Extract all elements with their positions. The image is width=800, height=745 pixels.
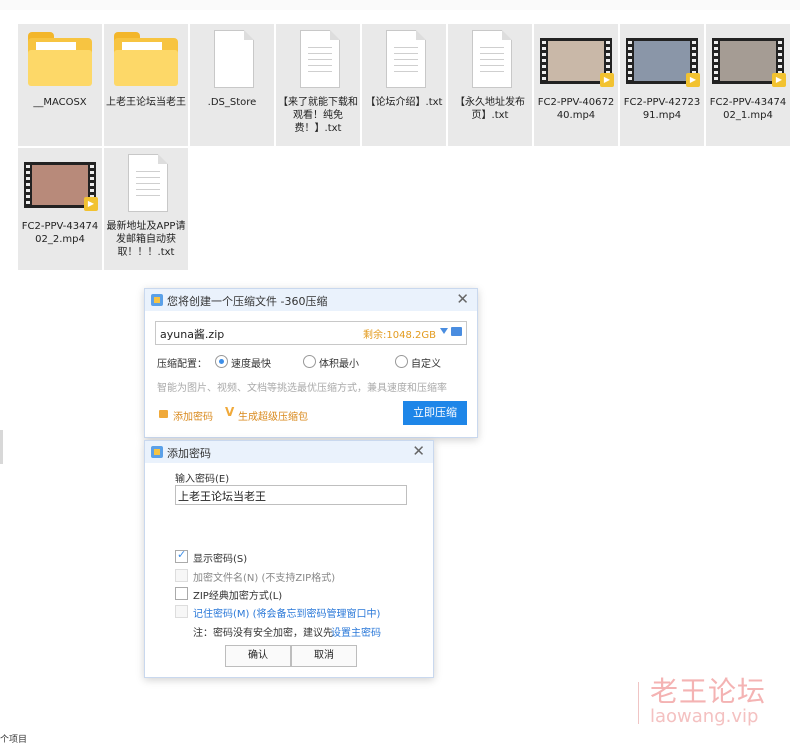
radio-fastest[interactable] — [215, 355, 228, 368]
config-label: 压缩配置： — [157, 359, 207, 370]
dialog-title: 添加密码 — [167, 447, 211, 460]
app-360zip-icon — [151, 294, 163, 306]
dialog-title: 您将创建一个压缩文件 -360压缩 — [167, 295, 328, 308]
password-input[interactable]: 上老王论坛当老王 — [175, 485, 407, 505]
option-smallest-label: 体积最小 — [319, 359, 359, 370]
lock-icon — [159, 410, 168, 418]
zip-classic-label: ZIP经典加密方式(L) — [193, 591, 283, 602]
file-name: __MACOSX — [33, 97, 87, 108]
compress-now-button[interactable]: 立即压缩 — [403, 401, 467, 425]
file-item-video[interactable]: ▶ FC2-PPV-4347402_2.mp4 — [18, 148, 102, 270]
file-name: FC2-PPV-4347402_1.mp4 — [709, 97, 787, 121]
close-icon[interactable]: ✕ — [412, 442, 425, 460]
add-password-link[interactable]: 添加密码 — [173, 408, 213, 423]
text-file-icon — [282, 30, 354, 90]
file-item-video[interactable]: ▶ FC2-PPV-4272391.mp4 — [620, 24, 704, 146]
folder-browse-icon[interactable] — [451, 327, 462, 336]
file-item-video[interactable]: ▶ FC2-PPV-4347402_1.mp4 — [706, 24, 790, 146]
dialog-titlebar: 添加密码 ✕ — [145, 441, 433, 463]
file-item-macosx[interactable]: __MACOSX — [18, 24, 102, 146]
file-item-video[interactable]: ▶ FC2-PPV-4067240.mp4 — [534, 24, 618, 146]
compress-dialog: 您将创建一个压缩文件 -360压缩 ✕ ayuna酱.zip 剩余:1048.2… — [144, 288, 478, 438]
file-name: 【永久地址发布页】.txt — [455, 97, 525, 121]
file-name: 【来了就能下载和观看！纯免费！】.txt — [278, 97, 358, 134]
encrypt-filenames-checkbox[interactable] — [175, 569, 188, 582]
file-name: 最新地址及APP请发邮箱自动获取！！！.txt — [106, 221, 186, 258]
file-item-folder[interactable]: 上老王论坛当老王 — [104, 24, 188, 146]
ok-button[interactable]: 确认 — [225, 645, 291, 667]
remember-password-label: 记住密码(M) (将会备忘到密码管理窗口中) — [193, 609, 381, 620]
text-file-icon — [110, 154, 182, 214]
watermark-text: 老王论坛 — [650, 675, 767, 708]
cancel-button[interactable]: 取消 — [291, 645, 357, 667]
option-custom-label: 自定义 — [411, 359, 441, 370]
chevron-down-icon[interactable] — [440, 328, 448, 334]
watermark-url: laowang.vip — [650, 706, 759, 727]
disk-space-label: 剩余:1048.2GB — [363, 330, 436, 341]
radio-smallest[interactable] — [303, 355, 316, 368]
blank-file-icon — [196, 30, 268, 90]
archive-name-value: ayuna酱.zip — [160, 328, 225, 341]
password-input-label: 输入密码(E) — [175, 474, 230, 485]
app-360zip-icon — [151, 446, 163, 458]
file-name: FC2-PPV-4067240.mp4 — [537, 97, 615, 121]
show-password-checkbox[interactable] — [175, 548, 188, 563]
file-item-txt[interactable]: 最新地址及APP请发邮箱自动获取！！！.txt — [104, 148, 188, 270]
file-name: 上老王论坛当老王 — [106, 97, 186, 108]
file-name: 【论坛介绍】.txt — [365, 97, 443, 108]
file-name: FC2-PPV-4347402_2.mp4 — [21, 221, 99, 245]
video-thumbnail-icon: ▶ — [540, 30, 614, 90]
folder-icon — [24, 30, 96, 90]
password-dialog: 添加密码 ✕ 输入密码(E) 上老王论坛当老王 显示密码(S) 加密文件名(N)… — [144, 440, 434, 678]
file-item-ds-store[interactable]: .DS_Store — [190, 24, 274, 146]
super-package-link[interactable]: 生成超级压缩包 — [238, 408, 308, 423]
compress-hint: 智能为图片、视频、文档等挑选最优压缩方式，兼具速度和压缩率 — [157, 383, 447, 394]
security-note: 注：密码没有安全加密，建议先 — [193, 628, 333, 639]
file-item-txt[interactable]: 【来了就能下载和观看！纯免费！】.txt — [276, 24, 360, 146]
video-thumbnail-icon: ▶ — [712, 30, 786, 90]
file-name: FC2-PPV-4272391.mp4 — [623, 97, 701, 121]
text-file-icon — [368, 30, 440, 90]
video-thumbnail-icon: ▶ — [24, 154, 98, 214]
set-master-password-link[interactable]: 设置主密码 — [331, 624, 381, 639]
folder-icon — [110, 30, 182, 90]
text-file-icon — [454, 30, 526, 90]
close-icon[interactable]: ✕ — [456, 290, 469, 308]
zip-classic-checkbox[interactable] — [175, 587, 188, 600]
dialog-titlebar: 您将创建一个压缩文件 -360压缩 ✕ — [145, 289, 477, 311]
explorer-toolbar — [0, 0, 800, 10]
file-name: .DS_Store — [207, 97, 257, 108]
watermark-divider — [638, 682, 639, 724]
option-fastest-label: 速度最快 — [231, 359, 271, 370]
password-value: 上老王论坛当老王 — [178, 490, 266, 503]
status-bar-item-count: 个项目 — [0, 735, 28, 745]
radio-custom[interactable] — [395, 355, 408, 368]
file-item-txt[interactable]: 【永久地址发布页】.txt — [448, 24, 532, 146]
archive-name-input[interactable]: ayuna酱.zip 剩余:1048.2GB — [155, 321, 467, 345]
encrypt-filenames-label: 加密文件名(N) (不支持ZIP格式) — [193, 573, 336, 584]
show-password-label: 显示密码(S) — [193, 554, 248, 565]
file-item-txt[interactable]: 【论坛介绍】.txt — [362, 24, 446, 146]
vip-icon: V — [225, 405, 235, 419]
remember-password-checkbox[interactable] — [175, 605, 188, 618]
video-thumbnail-icon: ▶ — [626, 30, 700, 90]
scrollbar[interactable] — [0, 430, 3, 464]
